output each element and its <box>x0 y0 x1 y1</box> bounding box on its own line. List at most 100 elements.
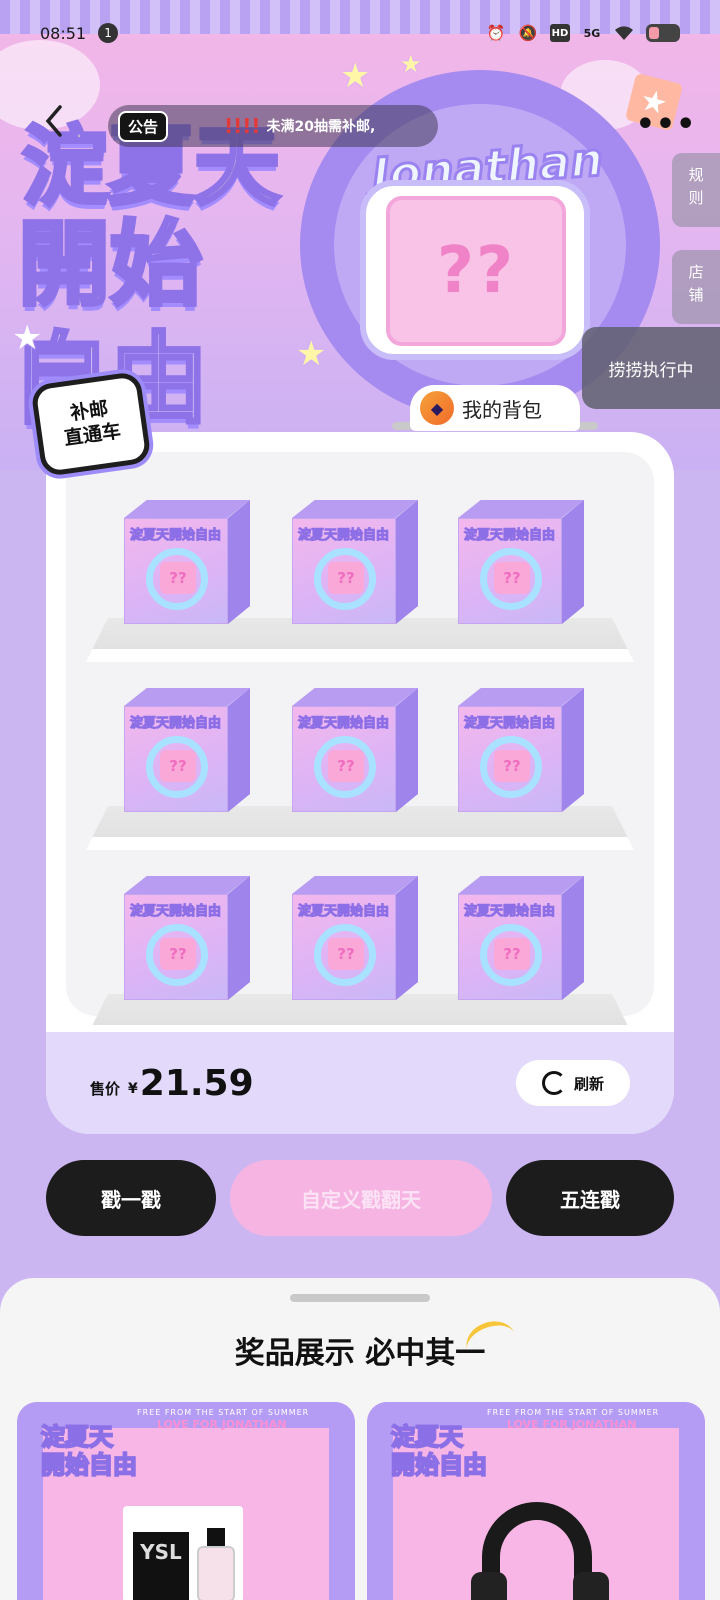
box-title: 淀夏天開始自由 <box>297 904 390 920</box>
perfume-cap <box>207 1528 225 1548</box>
card-title-line2: 開始自由 <box>40 1450 138 1479</box>
price-label: 售价 <box>90 1079 121 1098</box>
box-top <box>292 500 418 518</box>
prize-section-title: 奖品展示 必中其一 <box>234 1336 486 1371</box>
star-icon: ★ <box>12 318 43 358</box>
box-mystery-mark: ?? <box>160 750 196 782</box>
box-top <box>458 688 584 706</box>
back-button[interactable] <box>36 103 72 139</box>
perfume-bottle <box>197 1546 235 1600</box>
shelf-plank <box>86 806 634 850</box>
shelf-area: 淀夏天開始自由?? 淀夏天開始自由?? 淀夏天開始自由?? 淀夏天開始自由?? 淀夏天開… <box>66 452 654 1038</box>
refresh-icon <box>541 1071 566 1095</box>
running-status-button[interactable]: 捞捞执行中 <box>582 327 720 409</box>
card-title: 淀夏天 開始自由 <box>40 1422 138 1479</box>
card-band-small: FREE FROM THE START OF SUMMER <box>137 1408 310 1417</box>
box-mystery-mark: ?? <box>494 750 530 782</box>
perfume-box: YSL <box>133 1532 189 1600</box>
notification-count-badge: 1 <box>98 23 119 43</box>
backpack-label: 我的背包 <box>462 397 542 422</box>
box-top <box>124 876 250 894</box>
notice-banner[interactable]: 公告 !!!! 未满20抽需补邮, <box>108 105 438 147</box>
box-title: 淀夏天開始自由 <box>129 904 222 920</box>
blind-box[interactable]: 淀夏天開始自由?? <box>124 500 250 624</box>
box-side <box>562 500 584 624</box>
box-title: 淀夏天開始自由 <box>463 528 556 544</box>
side-tab-rules[interactable]: 规则 <box>672 153 720 227</box>
side-tab-store[interactable]: 店铺 <box>672 250 720 324</box>
price-value: 21.59 <box>139 1062 254 1104</box>
alert-marks: !!!! <box>224 114 261 138</box>
device-screen: ?? <box>386 196 566 346</box>
prize-card[interactable]: FREE FROM THE START OF SUMMER LOVE FOR J… <box>17 1402 355 1600</box>
box-side <box>228 500 250 624</box>
wifi-icon <box>614 24 634 42</box>
card-band-large: LOVE FOR JONATHAN <box>157 1418 287 1431</box>
box-side <box>228 876 250 1000</box>
notice-tag: 公告 <box>118 110 169 142</box>
shelf-row: 淀夏天開始自由?? 淀夏天開始自由?? 淀夏天開始自由?? <box>66 472 654 662</box>
price-currency: ¥ <box>128 1081 138 1097</box>
box-top <box>292 688 418 706</box>
card-band-large: LOVE FOR JONATHAN <box>507 1418 637 1431</box>
headphone-cup <box>573 1572 609 1600</box>
blind-box[interactable]: 淀夏天開始自由?? <box>292 876 418 1000</box>
box-title: 淀夏天開始自由 <box>463 716 556 732</box>
prize-card[interactable]: FREE FROM THE START OF SUMMER LOVE FOR J… <box>367 1402 705 1600</box>
box-side <box>396 688 418 812</box>
box-side <box>396 876 418 1000</box>
box-top <box>124 688 250 706</box>
shipping-express-badge[interactable]: 补邮 直通车 <box>30 370 152 478</box>
custom-poke-button[interactable]: 自定义戳翻天 <box>230 1160 492 1236</box>
alarm-icon: ⏰ <box>486 24 506 42</box>
price-bar: 售价 ¥ 21.59 刷新 <box>46 1032 674 1134</box>
star-icon: ★ <box>296 334 327 374</box>
card-title-line2: 開始自由 <box>390 1450 488 1479</box>
hd-icon: HD <box>550 24 570 42</box>
blind-box[interactable]: 淀夏天開始自由?? <box>458 876 584 1000</box>
poke-once-button[interactable]: 戳一戳 <box>46 1160 216 1236</box>
drag-handle[interactable] <box>290 1294 430 1302</box>
card-title-line1: 淀夏天 <box>40 1422 114 1451</box>
backpack-icon: ◆ <box>420 391 454 425</box>
mystery-mark: ?? <box>436 234 516 308</box>
box-title: 淀夏天開始自由 <box>129 528 222 544</box>
refresh-label: 刷新 <box>573 1074 604 1093</box>
box-title: 淀夏天開始自由 <box>129 716 222 732</box>
shelf-row: 淀夏天開始自由?? 淀夏天開始自由?? 淀夏天開始自由?? <box>66 848 654 1038</box>
notice-text: 未满20抽需补邮, <box>266 119 376 135</box>
blind-box[interactable]: 淀夏天開始自由?? <box>124 876 250 1000</box>
box-side <box>396 500 418 624</box>
box-mystery-mark: ?? <box>328 562 364 594</box>
headphone-cup <box>471 1572 507 1600</box>
card-title-line1: 淀夏天 <box>390 1422 464 1451</box>
status-time: 08:51 <box>40 23 87 43</box>
box-mystery-mark: ?? <box>160 938 196 970</box>
box-title: 淀夏天開始自由 <box>463 904 556 920</box>
box-top <box>458 876 584 894</box>
box-mystery-mark: ?? <box>328 750 364 782</box>
blind-box[interactable]: 淀夏天開始自由?? <box>292 688 418 812</box>
card-title: 淀夏天 開始自由 <box>390 1422 488 1479</box>
perfume-product-image: YSL <box>123 1506 243 1600</box>
my-backpack-button[interactable]: ◆ 我的背包 <box>410 385 580 431</box>
battery-icon <box>646 24 680 42</box>
chevron-left-icon <box>45 105 62 137</box>
refresh-button[interactable]: 刷新 <box>516 1060 630 1106</box>
blind-box[interactable]: 淀夏天開始自由?? <box>124 688 250 812</box>
box-mystery-mark: ?? <box>494 562 530 594</box>
blind-box[interactable]: 淀夏天開始自由?? <box>458 500 584 624</box>
shelf-card: 淀夏天開始自由?? 淀夏天開始自由?? 淀夏天開始自由?? 淀夏天開始自由?? 淀夏天開… <box>46 432 674 1134</box>
blind-box[interactable]: 淀夏天開始自由?? <box>292 500 418 624</box>
blind-box[interactable]: 淀夏天開始自由?? <box>458 688 584 812</box>
more-options-button[interactable]: ••• <box>636 104 696 144</box>
shelf-row: 淀夏天開始自由?? 淀夏天開始自由?? 淀夏天開始自由?? <box>66 660 654 850</box>
status-bar: 08:51 1 ⏰ 🔕 HD 5G <box>0 0 720 66</box>
box-top <box>292 876 418 894</box>
box-side <box>228 688 250 812</box>
poke-five-button[interactable]: 五连戳 <box>506 1160 674 1236</box>
box-mystery-mark: ?? <box>160 562 196 594</box>
box-title: 淀夏天開始自由 <box>297 528 390 544</box>
signal-5g-icon: 5G <box>583 26 601 40</box>
box-mystery-mark: ?? <box>328 938 364 970</box>
